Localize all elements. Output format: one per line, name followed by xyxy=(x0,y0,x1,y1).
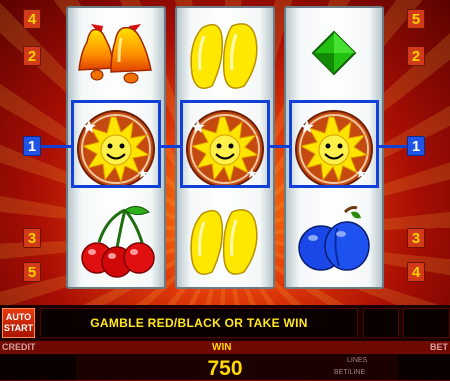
bet-label: BET xyxy=(430,342,448,352)
message-bar: GAMBLE RED/BLACK OR TAKE WIN xyxy=(40,308,358,338)
line-number-left-3[interactable]: 3 xyxy=(23,228,41,248)
win-label: WIN xyxy=(212,342,232,353)
lemon-icon xyxy=(177,10,273,100)
slot-game-area: 4 2 1 3 5 5 2 1 3 4 xyxy=(0,0,450,305)
line-number-left-5[interactable]: 5 xyxy=(23,262,41,282)
line-number-right-1[interactable]: 1 xyxy=(407,136,425,156)
bet-line-label: BET/LINE xyxy=(334,369,366,376)
payline-mid-2 xyxy=(270,145,289,148)
gamble-black-button[interactable] xyxy=(403,308,450,338)
line-number-left-1[interactable]: 1 xyxy=(23,136,41,156)
line-number-right-5[interactable]: 5 xyxy=(407,9,425,29)
auto-start-label-2: START xyxy=(3,323,34,333)
lines-label: LINES xyxy=(347,357,368,364)
diamond-icon xyxy=(286,10,382,100)
auto-start-label-1: AUTO xyxy=(5,312,32,322)
win-highlight-reel-3 xyxy=(289,100,379,188)
win-highlight-reel-1 xyxy=(71,100,161,188)
bell-icon xyxy=(68,10,164,100)
bet-display xyxy=(398,355,450,380)
payline-left xyxy=(41,145,71,148)
plum-icon xyxy=(286,196,382,286)
credit-label: CREDIT xyxy=(2,342,36,352)
cherries-icon xyxy=(68,196,164,286)
line-number-left-2[interactable]: 2 xyxy=(23,46,41,66)
lemon-icon xyxy=(177,196,273,286)
line-number-right-3[interactable]: 3 xyxy=(407,228,425,248)
credit-display xyxy=(0,355,76,380)
payline-mid-1 xyxy=(161,145,180,148)
line-number-right-2[interactable]: 2 xyxy=(407,46,425,66)
win-value: 750 xyxy=(207,357,243,380)
auto-start-button[interactable]: AUTO START xyxy=(2,308,35,338)
line-number-left-4[interactable]: 4 xyxy=(23,9,41,29)
win-highlight-reel-2 xyxy=(180,100,270,188)
payline-right xyxy=(379,145,407,148)
line-number-right-4[interactable]: 4 xyxy=(407,262,425,282)
control-panel: AUTO START GAMBLE RED/BLACK OR TAKE WIN … xyxy=(0,305,450,380)
gamble-red-button[interactable] xyxy=(363,308,399,338)
